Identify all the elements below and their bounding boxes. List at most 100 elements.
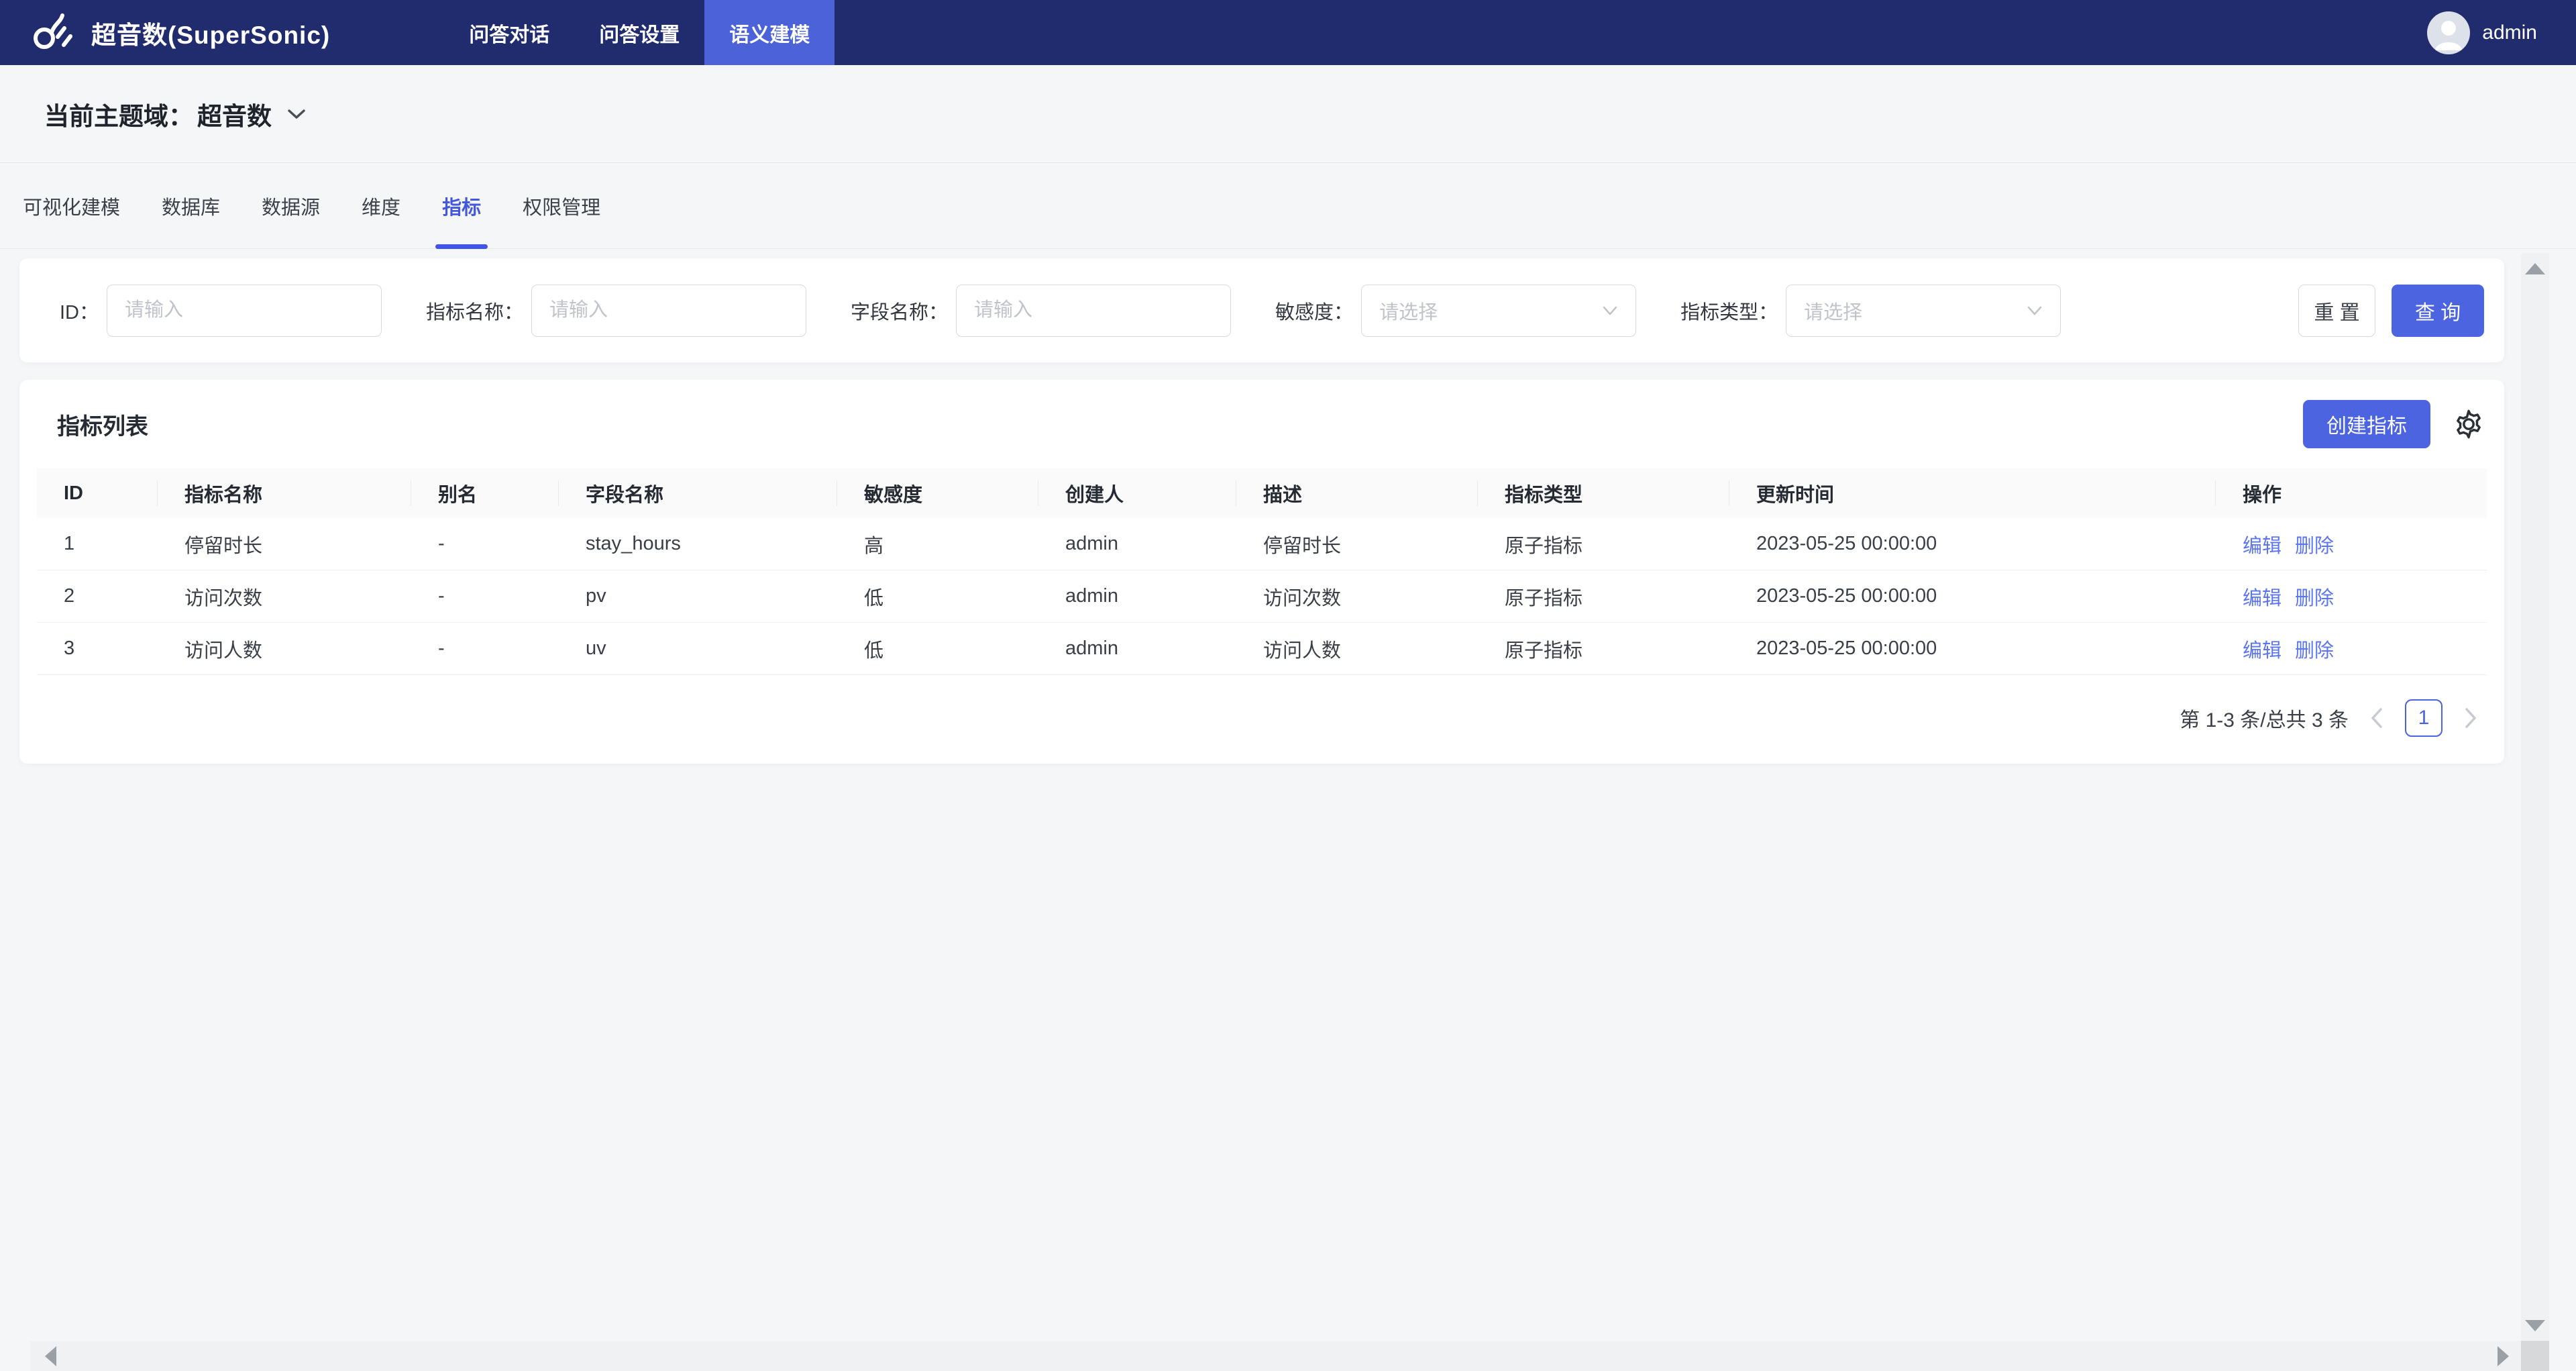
user-avatar-icon xyxy=(2427,11,2470,54)
metric-list-header: 指标列表 创建指标 xyxy=(37,380,2487,468)
search-button[interactable]: 查 询 xyxy=(2392,285,2484,337)
delete-link[interactable]: 删除 xyxy=(2295,582,2334,611)
pagination-next-button[interactable] xyxy=(2457,699,2484,737)
cell-id: 1 xyxy=(37,518,158,570)
column-header-metric-type: 指标类型 xyxy=(1478,468,1729,518)
filter-card: ID： 指标名称： 字段名称： 敏感度： 请选择 指标类型： xyxy=(19,258,2504,362)
main-nav: 问答对话 问答设置 语义建模 xyxy=(444,0,835,65)
cell-sensitivity: 低 xyxy=(837,570,1038,622)
pagination-summary: 第 1-3 条/总共 3 条 xyxy=(2180,703,2349,733)
vertical-scrollbar[interactable] xyxy=(2521,254,2549,1341)
cell-alias: - xyxy=(411,623,559,674)
reset-button[interactable]: 重 置 xyxy=(2298,285,2375,337)
cell-sensitivity: 低 xyxy=(837,623,1038,674)
user-name: admin xyxy=(2482,21,2537,44)
column-header-alias: 别名 xyxy=(411,468,559,518)
chevron-down-icon xyxy=(286,107,307,121)
metric-name-filter-label: 指标名称： xyxy=(426,297,523,325)
supersonic-logo-icon xyxy=(30,11,79,54)
scroll-left-arrow-icon[interactable] xyxy=(45,1346,56,1366)
metric-list-header-actions: 创建指标 xyxy=(2303,400,2484,448)
scroll-up-arrow-icon[interactable] xyxy=(2525,263,2545,274)
table-row: 3 访问人数 - uv 低 admin 访问人数 原子指标 2023-05-25… xyxy=(37,623,2487,675)
column-header-id: ID xyxy=(37,468,158,518)
cell-sensitivity: 高 xyxy=(837,518,1038,570)
metric-name-filter-input[interactable] xyxy=(531,285,806,337)
delete-link[interactable]: 删除 xyxy=(2295,635,2334,663)
cell-alias: - xyxy=(411,518,559,570)
chevron-left-icon xyxy=(2369,707,2384,729)
pagination-page-1[interactable]: 1 xyxy=(2405,699,2443,737)
column-header-metric-name: 指标名称 xyxy=(158,468,411,518)
tab-database[interactable]: 数据库 xyxy=(162,163,220,248)
filter-group-id: ID： xyxy=(60,285,382,337)
tab-permission[interactable]: 权限管理 xyxy=(523,163,600,248)
cell-alias: - xyxy=(411,570,559,622)
user-menu[interactable]: admin xyxy=(2427,11,2537,54)
cell-id: 3 xyxy=(37,623,158,674)
pagination-prev-button[interactable] xyxy=(2363,699,2390,737)
tab-dimension[interactable]: 维度 xyxy=(362,163,400,248)
gear-icon[interactable] xyxy=(2453,409,2484,440)
domain-selector[interactable]: 当前主题域：超音数 xyxy=(44,96,307,132)
field-name-filter-input[interactable] xyxy=(956,285,1231,337)
cell-description: 停留时长 xyxy=(1236,518,1478,570)
tab-metrics[interactable]: 指标 xyxy=(442,163,481,248)
column-header-field-name: 字段名称 xyxy=(559,468,837,518)
chevron-down-icon xyxy=(1602,305,1618,316)
sensitivity-filter-label: 敏感度： xyxy=(1275,297,1353,325)
column-header-actions: 操作 xyxy=(2216,468,2487,518)
column-header-updated-time: 更新时间 xyxy=(1729,468,2216,518)
cell-description: 访问次数 xyxy=(1236,570,1478,622)
scroll-down-arrow-icon[interactable] xyxy=(2525,1320,2545,1331)
delete-link[interactable]: 删除 xyxy=(2295,530,2334,558)
create-metric-button[interactable]: 创建指标 xyxy=(2303,400,2430,448)
filter-group-sensitivity: 敏感度： 请选择 xyxy=(1275,285,1636,337)
table-header-row: ID 指标名称 别名 字段名称 敏感度 创建人 描述 指标类型 更新时间 操作 xyxy=(37,468,2487,518)
model-tabs: 可视化建模 数据库 数据源 维度 指标 权限管理 xyxy=(0,163,2576,249)
chevron-down-icon xyxy=(2027,305,2043,316)
horizontal-scrollbar[interactable] xyxy=(30,1341,2521,1371)
metric-type-select[interactable]: 请选择 xyxy=(1786,285,2061,337)
nav-item-semantic-modeling[interactable]: 语义建模 xyxy=(704,0,835,65)
edit-link[interactable]: 编辑 xyxy=(2243,582,2282,611)
cell-field-name: uv xyxy=(559,623,837,674)
tab-visual-modeling[interactable]: 可视化建模 xyxy=(23,163,120,248)
nav-item-settings[interactable]: 问答设置 xyxy=(574,0,704,65)
cell-description: 访问人数 xyxy=(1236,623,1478,674)
cell-metric-name: 停留时长 xyxy=(158,518,411,570)
cell-creator: admin xyxy=(1038,518,1236,570)
cell-updated-time: 2023-05-25 00:00:00 xyxy=(1729,570,2216,622)
metric-list-card: 指标列表 创建指标 ID 指标名称 别名 字段名称 敏感度 创建人 描述 指 xyxy=(19,380,2504,764)
sensitivity-select-placeholder: 请选择 xyxy=(1379,297,1438,325)
filter-group-metric-type: 指标类型： 请选择 xyxy=(1680,285,2061,337)
chevron-right-icon xyxy=(2463,707,2478,729)
cell-field-name: pv xyxy=(559,570,837,622)
id-filter-input[interactable] xyxy=(107,285,382,337)
scrollbar-corner xyxy=(2521,1341,2549,1371)
cell-field-name: stay_hours xyxy=(559,518,837,570)
column-header-description: 描述 xyxy=(1236,468,1478,518)
domain-label: 当前主题域： xyxy=(44,96,193,132)
cell-metric-name: 访问次数 xyxy=(158,570,411,622)
domain-value: 超音数 xyxy=(197,96,272,132)
cell-metric-name: 访问人数 xyxy=(158,623,411,674)
cell-updated-time: 2023-05-25 00:00:00 xyxy=(1729,623,2216,674)
metric-type-select-placeholder: 请选择 xyxy=(1804,297,1862,325)
metric-type-filter-label: 指标类型： xyxy=(1680,297,1778,325)
cell-actions: 编辑 删除 xyxy=(2216,570,2487,622)
brand: 超音数(SuperSonic) xyxy=(0,11,330,54)
cell-metric-type: 原子指标 xyxy=(1478,570,1729,622)
metric-list-title: 指标列表 xyxy=(57,408,148,441)
id-filter-label: ID： xyxy=(60,297,99,325)
sensitivity-select[interactable]: 请选择 xyxy=(1361,285,1636,337)
cell-metric-type: 原子指标 xyxy=(1478,623,1729,674)
table-row: 1 停留时长 - stay_hours 高 admin 停留时长 原子指标 20… xyxy=(37,518,2487,570)
edit-link[interactable]: 编辑 xyxy=(2243,530,2282,558)
scroll-right-arrow-icon[interactable] xyxy=(2498,1346,2509,1366)
nav-item-chat[interactable]: 问答对话 xyxy=(444,0,574,65)
tab-datasource[interactable]: 数据源 xyxy=(262,163,320,248)
edit-link[interactable]: 编辑 xyxy=(2243,635,2282,663)
filter-buttons: 重 置 查 询 xyxy=(2298,285,2484,337)
top-navbar: 超音数(SuperSonic) 问答对话 问答设置 语义建模 admin xyxy=(0,0,2576,65)
